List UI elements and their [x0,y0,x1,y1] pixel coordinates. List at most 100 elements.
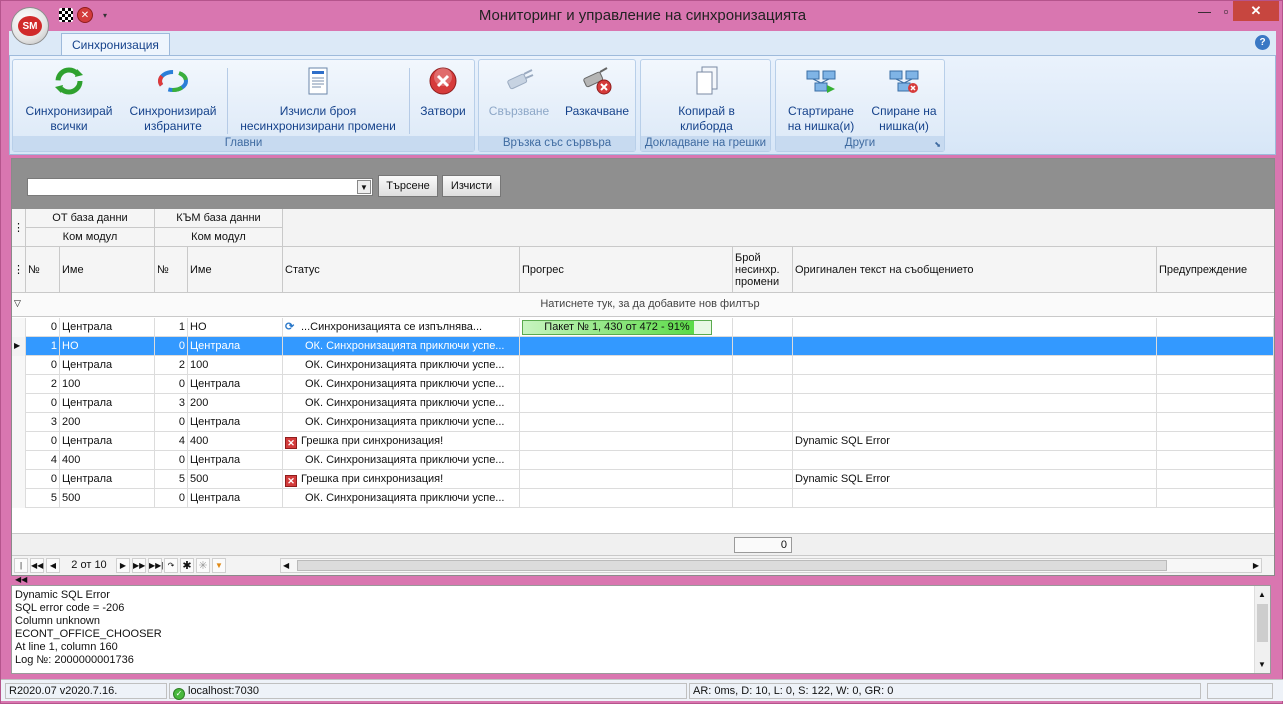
horizontal-scroll-thumb[interactable] [297,560,1167,571]
close-button[interactable]: Затвори [415,64,471,119]
cell-orig[interactable] [793,413,1157,432]
cell-progress[interactable] [520,337,733,356]
row-indicator[interactable] [12,413,26,432]
cell-num-from[interactable]: 5 [26,489,60,508]
cell-orig[interactable]: Dynamic SQL Error [793,470,1157,489]
nav-first-icon[interactable]: |◀◀ [14,558,28,584]
cell-status[interactable]: ОК. Синхронизацията приключи успе... [283,356,520,375]
row-indicator[interactable] [12,394,26,413]
cell-count[interactable] [733,489,793,508]
search-combo[interactable]: ▼ [27,178,373,196]
row-indicator[interactable] [12,375,26,394]
col-num-to[interactable]: № [155,247,188,293]
nav-next-icon[interactable]: ▶ [116,558,130,573]
application-menu-button[interactable]: SM [11,7,49,45]
cell-num-to[interactable]: 5 [155,470,188,489]
cell-num-to[interactable]: 3 [155,394,188,413]
cell-warning[interactable] [1157,394,1274,413]
cell-name-to[interactable]: Централа [188,413,283,432]
cell-num-from[interactable]: 4 [26,451,60,470]
dialog-launcher-icon[interactable]: ⬊ [934,140,941,149]
cell-count[interactable] [733,356,793,375]
cell-progress[interactable] [520,375,733,394]
cell-name-to[interactable]: Централа [188,489,283,508]
table-row[interactable]: ▶ 1 НО 0 Централа ОК. Синхронизацията приключ… [12,337,1274,356]
col-name-from[interactable]: Име [60,247,155,293]
tab-synchronization[interactable]: Синхронизация [61,33,170,56]
cell-progress[interactable] [520,356,733,375]
nav-next-page-icon[interactable]: ▶▶ [132,558,146,573]
cell-warning[interactable] [1157,432,1274,451]
cell-num-from[interactable]: 1 [26,337,60,356]
cell-status[interactable]: ОК. Синхронизацията приключи успе... [283,375,520,394]
copy-clipboard-button[interactable]: Копирай в клиборда [649,64,764,134]
nav-cancel-icon[interactable]: ✳ [196,558,210,573]
cell-count[interactable] [733,337,793,356]
cell-name-to[interactable]: 400 [188,432,283,451]
col-name-to[interactable]: Име [188,247,283,293]
col-num-from[interactable]: № [26,247,60,293]
nav-prev-page-icon[interactable]: ◀◀ [30,558,44,573]
row-indicator[interactable] [12,318,26,337]
cell-name-from[interactable]: 400 [60,451,155,470]
cell-name-from[interactable]: Централа [60,432,155,451]
stop-threads-button[interactable]: Спиране на нишка(и) [864,64,944,134]
scroll-left-icon[interactable]: ◀ [283,559,289,572]
col-progress[interactable]: Прогрес [520,247,733,293]
cell-count[interactable] [733,451,793,470]
cell-name-from[interactable]: НО [60,337,155,356]
row-indicator[interactable] [12,451,26,470]
cell-orig[interactable] [793,375,1157,394]
cell-progress[interactable] [520,451,733,470]
cell-name-from[interactable]: 200 [60,413,155,432]
close-window-button[interactable]: ✕ [1233,1,1279,21]
message-scroll-thumb[interactable] [1257,604,1268,642]
cell-name-from[interactable]: Централа [60,470,155,489]
cell-count[interactable] [733,318,793,337]
cell-num-to[interactable]: 4 [155,432,188,451]
message-scrollbar[interactable]: ▲ ▼ [1254,586,1270,673]
scroll-down-icon[interactable]: ▼ [1258,658,1266,671]
nav-last-icon[interactable]: ▶▶| [148,558,163,573]
col-original-text[interactable]: Оригинален текст на съобщението [793,247,1157,293]
cell-name-from[interactable]: Централа [60,394,155,413]
row-indicator[interactable] [12,432,26,451]
scroll-right-icon[interactable]: ▶ [1253,559,1259,572]
cell-status[interactable]: ОК. Синхронизацията приключи успе... [283,413,520,432]
cell-count[interactable] [733,413,793,432]
col-unsynced-count[interactable]: Брой несинхр. промени [733,247,793,293]
table-row[interactable]: 0 Централа 3 200 ОК. Синхронизацията приключ… [12,394,1274,413]
cell-progress[interactable] [520,432,733,451]
cell-orig[interactable] [793,318,1157,337]
error-message-box[interactable]: Dynamic SQL Error SQL error code = -206 … [11,585,1271,674]
cell-warning[interactable] [1157,470,1274,489]
calc-changes-button[interactable]: Изчисли броя несинхронизирани промени [233,64,403,134]
table-row[interactable]: 0 Централа 4 400 ✕ Грешка при синхронизация! D… [12,432,1274,451]
search-button[interactable]: Търсене [378,175,438,197]
horizontal-scrollbar[interactable]: ◀ ▶ [280,558,1262,573]
scroll-up-icon[interactable]: ▲ [1258,588,1266,601]
cell-warning[interactable] [1157,489,1274,508]
cell-num-to[interactable]: 1 [155,318,188,337]
cell-orig[interactable]: Dynamic SQL Error [793,432,1157,451]
cell-name-to[interactable]: Централа [188,451,283,470]
sync-all-button[interactable]: Синхронизирай всички [19,64,119,134]
filter-row[interactable]: ▽ Натиснете тук, за да добавите нов филт… [12,293,1274,317]
cell-count[interactable] [733,432,793,451]
table-row[interactable]: 5 500 0 Централа ОК. Синхронизацията приключ… [12,489,1274,508]
cell-warning[interactable] [1157,375,1274,394]
nav-refresh-icon[interactable]: ↷ [164,558,178,573]
cell-num-to[interactable]: 0 [155,489,188,508]
cell-num-to[interactable]: 0 [155,337,188,356]
cell-orig[interactable] [793,451,1157,470]
nav-prev-icon[interactable]: ◀ [46,558,60,573]
cell-num-to[interactable]: 2 [155,356,188,375]
band-chooser-icon[interactable]: ⋮ [12,209,26,247]
sync-selected-button[interactable]: Синхронизирай избраните [123,64,223,134]
row-indicator[interactable]: ▶ [12,337,26,356]
cell-name-from[interactable]: 100 [60,375,155,394]
cell-name-to[interactable]: 500 [188,470,283,489]
cell-warning[interactable] [1157,318,1274,337]
cell-num-from[interactable]: 0 [26,356,60,375]
cell-num-from[interactable]: 0 [26,318,60,337]
